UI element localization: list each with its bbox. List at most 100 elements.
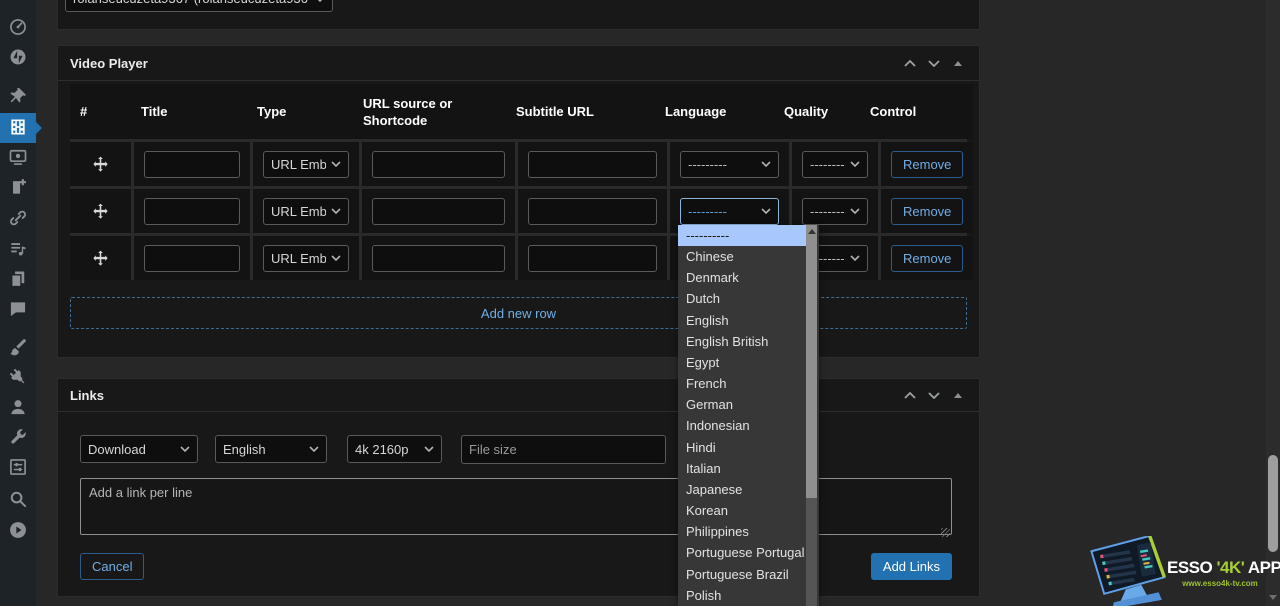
link-language-select[interactable]: English (215, 435, 327, 463)
table-row: URL Embed --------- --------- Remove (70, 142, 973, 186)
title-input[interactable] (144, 151, 240, 178)
language-option[interactable]: French (678, 373, 806, 394)
drag-handle-icon[interactable] (91, 155, 110, 174)
active-menu-arrow (36, 122, 42, 134)
move-up-button[interactable] (901, 386, 919, 404)
links-panel: Links Download English 4k 2160p Cancel A… (57, 378, 980, 597)
move-up-button[interactable] (901, 54, 919, 72)
col-header-language: Language (655, 103, 774, 120)
language-option[interactable]: Polish (678, 585, 806, 606)
move-down-button[interactable] (925, 54, 943, 72)
esso-4k-apps-logo: ESSO '4K' APPS www.esso4k-tv.com (1083, 536, 1273, 606)
language-option[interactable]: Denmark (678, 267, 806, 288)
move-down-button[interactable] (925, 386, 943, 404)
language-option[interactable]: English (678, 310, 806, 331)
link-quality-select[interactable]: 4k 2160p (347, 435, 442, 463)
chevron-down-icon (331, 161, 341, 167)
video-player-table: # Title Type URL source or Shortcode Sub… (70, 84, 967, 280)
language-option[interactable]: Chinese (678, 246, 806, 267)
jetpack-icon[interactable] (8, 47, 28, 67)
add-page-icon[interactable] (8, 177, 28, 197)
remove-button[interactable]: Remove (891, 245, 963, 272)
collapse-toggle-button[interactable] (949, 54, 967, 72)
panel-title: Links (70, 388, 104, 403)
url-source-input[interactable] (372, 198, 505, 225)
language-select-open[interactable]: --------- (680, 198, 779, 225)
video-screen-icon[interactable] (8, 147, 28, 167)
search-icon[interactable] (8, 489, 28, 509)
language-dropdown-list: ---------- Chinese Denmark Dutch English… (678, 225, 819, 606)
comments-icon[interactable] (8, 299, 28, 319)
language-option[interactable]: Indonesian (678, 415, 806, 436)
language-option[interactable]: Japanese (678, 479, 806, 500)
type-select[interactable]: URL Embed (263, 245, 349, 272)
logo-title: ESSO '4K' APPS (1167, 558, 1273, 578)
plugins-plug-icon[interactable] (8, 367, 28, 387)
language-option[interactable]: Hindi (678, 437, 806, 458)
dropdown-scrollbar[interactable] (806, 225, 817, 606)
playlist-icon[interactable] (8, 239, 28, 259)
col-header-quality: Quality (774, 103, 860, 120)
play-circle-icon[interactable] (8, 520, 28, 540)
chevron-down-icon (761, 161, 771, 167)
language-option[interactable]: Italian (678, 458, 806, 479)
admin-sidebar (0, 0, 36, 606)
chevron-down-icon (315, 0, 325, 2)
chevron-down-icon (850, 255, 860, 261)
quality-select[interactable]: --------- (802, 151, 868, 178)
language-select[interactable]: --------- (680, 151, 779, 178)
panel-title: Video Player (70, 56, 148, 71)
film-movies-icon[interactable] (8, 117, 28, 137)
language-option-selected[interactable]: ---------- (678, 225, 806, 246)
subtitle-url-input[interactable] (528, 151, 657, 178)
type-select[interactable]: URL Embed (263, 198, 349, 225)
title-input[interactable] (144, 245, 240, 272)
language-option[interactable]: Portuguese Brazil (678, 564, 806, 585)
table-row: URL Embed --------- --------- Remove (70, 236, 973, 280)
link-icon[interactable] (8, 208, 28, 228)
language-option[interactable]: Philippines (678, 521, 806, 542)
collapse-toggle-button[interactable] (949, 386, 967, 404)
url-source-input[interactable] (372, 245, 505, 272)
subtitle-url-input[interactable] (528, 198, 657, 225)
language-option[interactable]: Dutch (678, 288, 806, 309)
link-type-select[interactable]: Download (80, 435, 198, 463)
language-option[interactable]: German (678, 394, 806, 415)
language-option[interactable]: English British (678, 331, 806, 352)
pages-icon[interactable] (8, 269, 28, 289)
cancel-button[interactable]: Cancel (80, 553, 144, 580)
pushpin-posts-icon[interactable] (8, 86, 28, 106)
table-header-row: # Title Type URL source or Shortcode Sub… (70, 84, 973, 139)
dropdown-scrollbar-thumb[interactable] (806, 225, 817, 498)
links-textarea[interactable] (80, 478, 952, 535)
remove-button[interactable]: Remove (891, 198, 963, 225)
add-new-row-button[interactable]: Add new row (70, 297, 967, 329)
resize-grip[interactable] (941, 528, 950, 537)
top-panel: rolanseucuzeta9367 (rolanseucuzeta9367) (57, 0, 980, 30)
drag-handle-icon[interactable] (91, 202, 110, 221)
chevron-down-icon (761, 208, 771, 214)
quality-select[interactable]: --------- (802, 198, 868, 225)
language-option[interactable]: Portuguese Portugal (678, 542, 806, 563)
page-scrollbar[interactable] (1266, 0, 1280, 606)
col-header-type: Type (247, 103, 353, 120)
subtitle-url-input[interactable] (528, 245, 657, 272)
drag-handle-icon[interactable] (91, 249, 110, 268)
title-input[interactable] (144, 198, 240, 225)
file-size-input[interactable] (461, 435, 666, 464)
scroll-up-arrow-icon[interactable] (808, 229, 816, 234)
users-icon[interactable] (8, 397, 28, 417)
user-select[interactable]: rolanseucuzeta9367 (rolanseucuzeta9367) (65, 0, 333, 12)
logo-url: www.esso4k-tv.com (1167, 579, 1273, 588)
remove-button[interactable]: Remove (891, 151, 963, 178)
appearance-brush-icon[interactable] (8, 337, 28, 357)
chevron-down-icon (309, 446, 319, 452)
add-links-button[interactable]: Add Links (871, 553, 952, 580)
type-select[interactable]: URL Embed (263, 151, 349, 178)
tools-wrench-icon[interactable] (8, 427, 28, 447)
language-option[interactable]: Korean (678, 500, 806, 521)
language-option[interactable]: Egypt (678, 352, 806, 373)
url-source-input[interactable] (372, 151, 505, 178)
settings-icon[interactable] (8, 457, 28, 477)
dashboard-icon[interactable] (8, 17, 28, 37)
